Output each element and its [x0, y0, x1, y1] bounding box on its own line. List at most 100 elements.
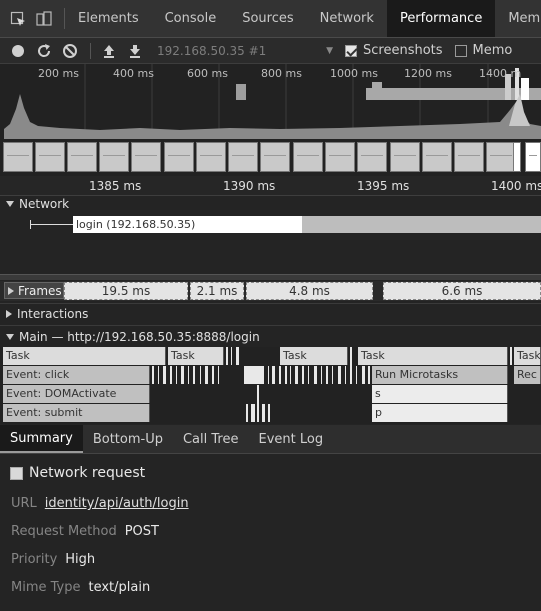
- profile-select-value: 192.168.50.35 #1: [157, 43, 267, 58]
- expand-triangle-icon: [6, 201, 14, 207]
- summary-panel: Network request URL identity/api/auth/lo…: [0, 454, 541, 611]
- frame-block[interactable]: 6.6 ms: [383, 282, 541, 300]
- tab-call-tree[interactable]: Call Tree: [173, 425, 249, 453]
- chevron-down-icon: ▼: [326, 45, 333, 56]
- screenshot-thumbnail[interactable]: [525, 142, 541, 172]
- screenshots-label: Screenshots: [363, 43, 443, 58]
- devtools-tabbar: Elements Console Sources Network Perform…: [0, 0, 541, 38]
- mime-row: Mime Type text/plain: [11, 580, 150, 595]
- performance-toolbar: 192.168.50.35 #1 ▼ Screenshots Memo: [0, 38, 541, 64]
- device-toolbar-icon[interactable]: [36, 10, 52, 27]
- mime-label: Mime Type: [11, 580, 81, 595]
- overview-tick: 1200 ms: [404, 67, 452, 80]
- method-row: Request Method POST: [11, 524, 159, 539]
- tab-summary[interactable]: Summary: [0, 425, 83, 453]
- overview-tick: 200 ms: [38, 67, 79, 80]
- screenshot-thumbnail[interactable]: [293, 142, 323, 172]
- ruler-tick: 1395 ms: [357, 179, 410, 193]
- screenshot-filmstrip[interactable]: [0, 139, 541, 174]
- priority-label: Priority: [11, 552, 58, 567]
- overview-tick: 600 ms: [187, 67, 228, 80]
- screenshot-thumbnail[interactable]: [3, 142, 33, 172]
- network-section-header[interactable]: Network: [6, 197, 69, 211]
- tab-elements[interactable]: Elements: [65, 0, 152, 37]
- network-request-label: login (192.168.50.35): [73, 216, 302, 233]
- tab-memory[interactable]: Memo: [495, 0, 541, 37]
- frame-block[interactable]: 4.8 ms: [246, 282, 373, 300]
- network-track: Network login (192.168.50.35): [0, 196, 541, 274]
- ruler-tick: 1400 ms: [491, 179, 541, 193]
- interactions-section-label: Interactions: [17, 307, 89, 321]
- toolbar-divider: [90, 42, 91, 59]
- method-value: POST: [124, 524, 159, 539]
- tab-sources[interactable]: Sources: [229, 0, 306, 37]
- tabbar-tools: [0, 8, 65, 29]
- load-profile-icon[interactable]: [101, 43, 117, 59]
- frames-section-label: Frames: [18, 283, 62, 298]
- category-swatch: [10, 466, 23, 480]
- screenshot-thumbnail[interactable]: [390, 142, 420, 172]
- screenshot-thumbnail[interactable]: [486, 142, 516, 172]
- screenshot-thumbnail[interactable]: [325, 142, 355, 172]
- memory-label: Memo: [472, 43, 513, 58]
- summary-title-text: Network request: [29, 465, 146, 481]
- overview-tick: 1400 m: [479, 67, 522, 80]
- interactions-section-header[interactable]: Interactions: [6, 307, 88, 321]
- url-row: URL identity/api/auth/login: [11, 496, 189, 511]
- summary-title: Network request: [10, 465, 145, 481]
- tab-bottom-up[interactable]: Bottom-Up: [83, 425, 173, 453]
- screenshot-thumbnail[interactable]: [99, 142, 129, 172]
- screenshot-thumbnail[interactable]: [228, 142, 258, 172]
- screenshot-thumbnail[interactable]: [164, 142, 194, 172]
- reload-icon[interactable]: [36, 43, 52, 59]
- ruler-tick: 1385 ms: [89, 179, 142, 193]
- screenshot-thumbnail[interactable]: [131, 142, 161, 172]
- method-label: Request Method: [11, 524, 117, 539]
- inspect-element-icon[interactable]: [10, 11, 26, 27]
- track-divider[interactable]: [0, 274, 541, 280]
- interactions-track: Interactions: [0, 303, 541, 325]
- flame-chart[interactable]: Task Task Task Task Task Event: click Ru…: [0, 347, 541, 424]
- main-section-label: Main — http://192.168.50.35:8888/login: [19, 330, 260, 344]
- details-tabbar: Summary Bottom-Up Call Tree Event Log: [0, 425, 541, 454]
- screenshot-thumbnail[interactable]: [35, 142, 65, 172]
- url-link[interactable]: identity/api/auth/login: [45, 496, 189, 511]
- overview-tick: 400 ms: [113, 67, 154, 80]
- screenshot-thumbnail[interactable]: [454, 142, 484, 172]
- main-section-header[interactable]: Main — http://192.168.50.35:8888/login: [6, 330, 260, 344]
- url-label: URL: [11, 496, 37, 511]
- screenshots-checkbox[interactable]: [345, 44, 357, 57]
- expand-triangle-icon: [6, 334, 14, 340]
- memory-checkbox[interactable]: [454, 44, 467, 57]
- frame-block[interactable]: 2.1 ms: [190, 282, 244, 300]
- tab-performance[interactable]: Performance: [386, 0, 496, 37]
- network-request-bar[interactable]: login (192.168.50.35): [73, 216, 541, 233]
- overview-tick: 800 ms: [261, 67, 302, 80]
- screenshot-thumbnail[interactable]: [67, 142, 97, 172]
- network-section-label: Network: [19, 197, 70, 211]
- mime-value: text/plain: [88, 580, 151, 595]
- save-profile-icon[interactable]: [127, 43, 143, 59]
- collapse-triangle-icon: [6, 310, 12, 318]
- tab-network[interactable]: Network: [307, 0, 387, 37]
- main-thread-track: Main — http://192.168.50.35:8888/login: [0, 325, 541, 347]
- tab-console[interactable]: Console: [152, 0, 230, 37]
- time-ruler: 1385 ms 1390 ms 1395 ms 1400 ms: [0, 176, 541, 196]
- ruler-tick: 1390 ms: [223, 179, 276, 193]
- frames-section-header[interactable]: Frames: [4, 282, 64, 299]
- frame-block[interactable]: 19.5 ms: [64, 282, 188, 300]
- screenshot-thumbnail[interactable]: [513, 142, 521, 172]
- overview-ruler: 200 ms 400 ms 600 ms 800 ms 1000 ms 1200…: [0, 64, 541, 82]
- tab-event-log[interactable]: Event Log: [248, 425, 333, 453]
- record-icon[interactable]: [10, 43, 26, 59]
- priority-value: High: [65, 552, 96, 567]
- clear-icon[interactable]: [62, 43, 78, 59]
- screenshot-thumbnail[interactable]: [260, 142, 290, 172]
- priority-row: Priority High: [11, 552, 95, 567]
- profile-select[interactable]: 192.168.50.35 #1 ▼: [157, 44, 333, 58]
- screenshot-thumbnail[interactable]: [196, 142, 226, 172]
- collapse-triangle-icon: [8, 286, 14, 295]
- overview-tick: 1000 ms: [330, 67, 378, 80]
- screenshot-thumbnail[interactable]: [422, 142, 452, 172]
- screenshot-thumbnail[interactable]: [357, 142, 387, 172]
